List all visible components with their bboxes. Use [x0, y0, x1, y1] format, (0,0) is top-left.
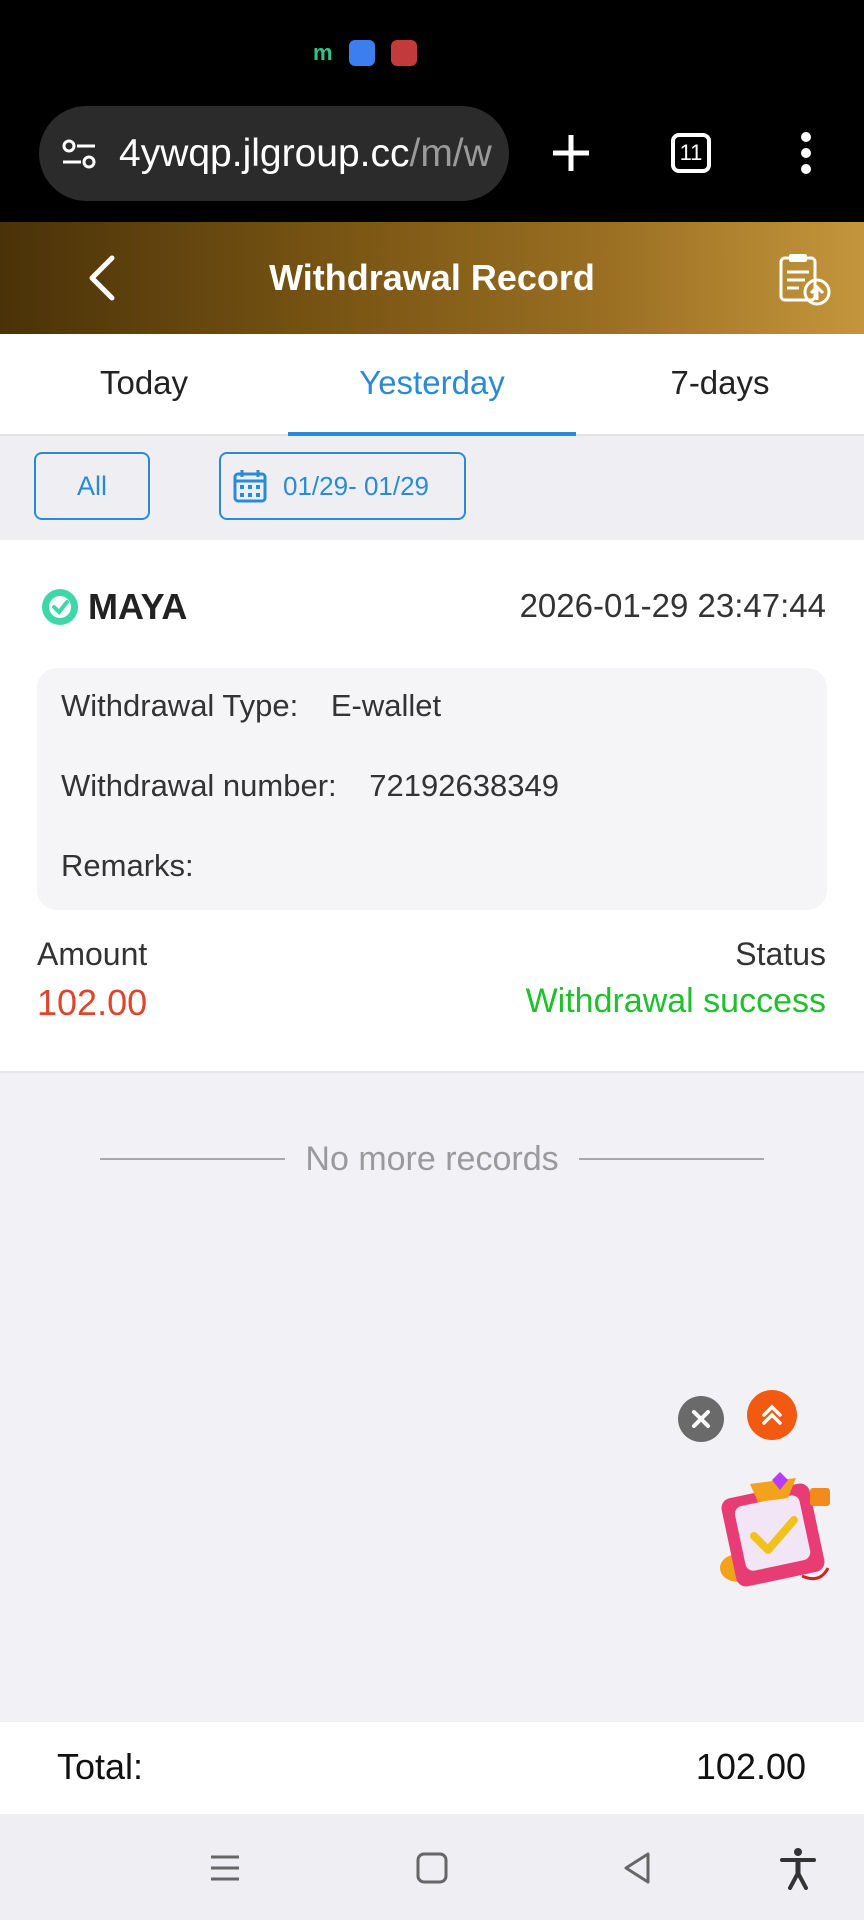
more-vert-icon: [801, 132, 811, 174]
date-tabs: Today Yesterday 7-days: [0, 334, 864, 436]
calendar-icon: [233, 470, 267, 503]
all-filter-button[interactable]: All: [34, 452, 150, 520]
total-value: 102.00: [695, 1746, 806, 1787]
divider-left: [100, 1158, 286, 1160]
tab-switcher-button[interactable]: 11: [659, 121, 723, 185]
status-label: Status: [735, 936, 826, 972]
amount-label: Amount: [37, 936, 148, 972]
tab-count: 11: [671, 133, 711, 173]
withdrawal-type-value: E-wallet: [330, 688, 442, 723]
accessibility-icon[interactable]: [776, 1846, 820, 1890]
remarks-label: Remarks: [61, 848, 186, 883]
checkin-gift-icon[interactable]: [710, 1468, 840, 1598]
status-notification-icons: m: [313, 40, 417, 66]
page-title: Withdrawal Record: [269, 257, 595, 298]
page-header: Withdrawal Record: [0, 222, 864, 334]
browser-menu-button[interactable]: [774, 121, 838, 185]
tab-7-days[interactable]: 7-days: [576, 334, 864, 434]
status-bar: m: [0, 0, 864, 106]
amount-value: 102.00: [37, 982, 148, 1023]
colon: :: [328, 768, 337, 803]
close-float-button[interactable]: [678, 1396, 724, 1442]
status-value: Withdrawal success: [525, 982, 826, 1020]
game-app-icon: [390, 40, 417, 66]
home-icon[interactable]: [410, 1846, 454, 1890]
colon: :: [289, 688, 299, 723]
colon: :: [185, 848, 194, 883]
withdrawal-type-label: Withdrawal Type: [61, 688, 290, 723]
double-chevron-up-icon: [762, 1404, 782, 1425]
withdrawal-number-row: Withdrawal number: 72192638349: [61, 768, 559, 804]
filter-bar: All 01/29- 01/29: [0, 436, 864, 540]
record-datetime: 2026-01-29 23:47:44: [519, 587, 826, 624]
address-bar[interactable]: 4ywqp.jlgroup.cc/m/w: [39, 106, 509, 201]
provider-name: MAYA: [88, 586, 188, 627]
withdrawal-type-row: Withdrawal Type: E-wallet: [61, 688, 441, 724]
close-icon: [692, 1410, 710, 1428]
site-settings-icon[interactable]: [59, 134, 99, 174]
m-app-icon: m: [313, 40, 333, 65]
divider-right: [578, 1158, 765, 1160]
remarks-row: Remarks:: [61, 848, 218, 884]
recent-apps-icon[interactable]: [203, 1846, 247, 1890]
browser-toolbar: 4ywqp.jlgroup.cc/m/w 11: [0, 106, 864, 222]
date-range-button[interactable]: 01/29- 01/29: [219, 452, 466, 520]
plus-icon: [553, 135, 589, 171]
system-nav-bar: [0, 1814, 864, 1920]
tab-today[interactable]: Today: [0, 334, 288, 434]
total-label: Total:: [57, 1746, 144, 1787]
url-text[interactable]: 4ywqp.jlgroup.cc/m/w: [119, 132, 509, 176]
maya-check-icon: [42, 589, 78, 625]
scroll-top-button[interactable]: [747, 1390, 797, 1440]
tab-yesterday[interactable]: Yesterday: [288, 334, 576, 436]
no-more-records: No more records: [100, 1134, 765, 1184]
withdrawal-number-label: Withdrawal number: [61, 768, 329, 803]
clipboard-upload-icon[interactable]: [775, 250, 833, 308]
url-path: /m/w: [409, 131, 492, 175]
maya-logo: MAYA: [40, 586, 187, 628]
withdrawal-record-card: MAYA 2026-01-29 23:47:44 Withdrawal Type…: [0, 540, 864, 1073]
total-bar: Total: 102.00: [0, 1722, 864, 1814]
url-domain: 4ywqp.jlgroup.cc: [119, 131, 410, 175]
app-notification-icon: [348, 40, 375, 66]
record-details: Withdrawal Type: E-wallet Withdrawal num…: [37, 668, 827, 910]
withdrawal-number-value: 72192638349: [369, 768, 559, 803]
no-more-text: No more records: [305, 1139, 559, 1178]
back-nav-icon[interactable]: [616, 1846, 660, 1890]
date-range-text: 01/29- 01/29: [283, 470, 430, 501]
new-tab-button[interactable]: [539, 121, 603, 185]
